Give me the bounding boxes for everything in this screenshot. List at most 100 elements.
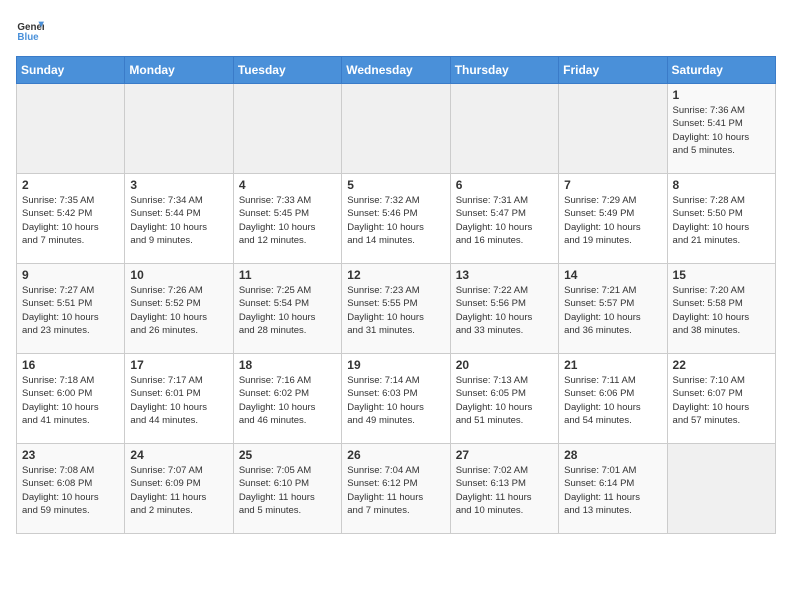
day-info: Sunrise: 7:22 AM Sunset: 5:56 PM Dayligh…	[456, 284, 553, 337]
day-info: Sunrise: 7:10 AM Sunset: 6:07 PM Dayligh…	[673, 374, 770, 427]
day-info: Sunrise: 7:08 AM Sunset: 6:08 PM Dayligh…	[22, 464, 119, 517]
calendar-cell: 17 Sunrise: 7:17 AM Sunset: 6:01 PM Dayli…	[125, 354, 233, 444]
day-number: 11	[239, 268, 336, 282]
day-number: 24	[130, 448, 227, 462]
day-info: Sunrise: 7:16 AM Sunset: 6:02 PM Dayligh…	[239, 374, 336, 427]
day-info: Sunrise: 7:36 AM Sunset: 5:41 PM Dayligh…	[673, 104, 770, 157]
calendar-cell: 27 Sunrise: 7:02 AM Sunset: 6:13 PM Dayli…	[450, 444, 558, 534]
day-number: 25	[239, 448, 336, 462]
day-info: Sunrise: 7:29 AM Sunset: 5:49 PM Dayligh…	[564, 194, 661, 247]
calendar-cell: 14 Sunrise: 7:21 AM Sunset: 5:57 PM Dayli…	[559, 264, 667, 354]
day-number: 16	[22, 358, 119, 372]
day-number: 7	[564, 178, 661, 192]
day-info: Sunrise: 7:14 AM Sunset: 6:03 PM Dayligh…	[347, 374, 444, 427]
day-info: Sunrise: 7:17 AM Sunset: 6:01 PM Dayligh…	[130, 374, 227, 427]
day-info: Sunrise: 7:20 AM Sunset: 5:58 PM Dayligh…	[673, 284, 770, 337]
day-info: Sunrise: 7:13 AM Sunset: 6:05 PM Dayligh…	[456, 374, 553, 427]
calendar-cell: 11 Sunrise: 7:25 AM Sunset: 5:54 PM Dayli…	[233, 264, 341, 354]
calendar-cell: 25 Sunrise: 7:05 AM Sunset: 6:10 PM Dayli…	[233, 444, 341, 534]
day-number: 22	[673, 358, 770, 372]
calendar-cell: 10 Sunrise: 7:26 AM Sunset: 5:52 PM Dayli…	[125, 264, 233, 354]
weekday-header: Wednesday	[342, 57, 450, 84]
day-info: Sunrise: 7:01 AM Sunset: 6:14 PM Dayligh…	[564, 464, 661, 517]
day-number: 5	[347, 178, 444, 192]
day-info: Sunrise: 7:34 AM Sunset: 5:44 PM Dayligh…	[130, 194, 227, 247]
day-number: 3	[130, 178, 227, 192]
day-number: 23	[22, 448, 119, 462]
calendar-cell: 28 Sunrise: 7:01 AM Sunset: 6:14 PM Dayli…	[559, 444, 667, 534]
day-info: Sunrise: 7:05 AM Sunset: 6:10 PM Dayligh…	[239, 464, 336, 517]
calendar-cell	[233, 84, 341, 174]
weekday-header: Sunday	[17, 57, 125, 84]
logo-icon: General Blue	[16, 16, 44, 44]
calendar-cell	[342, 84, 450, 174]
day-number: 13	[456, 268, 553, 282]
day-info: Sunrise: 7:32 AM Sunset: 5:46 PM Dayligh…	[347, 194, 444, 247]
day-number: 17	[130, 358, 227, 372]
page-header: General Blue	[16, 16, 776, 44]
calendar-cell	[17, 84, 125, 174]
day-info: Sunrise: 7:27 AM Sunset: 5:51 PM Dayligh…	[22, 284, 119, 337]
calendar-header: SundayMondayTuesdayWednesdayThursdayFrid…	[17, 57, 776, 84]
day-info: Sunrise: 7:04 AM Sunset: 6:12 PM Dayligh…	[347, 464, 444, 517]
day-number: 15	[673, 268, 770, 282]
day-number: 9	[22, 268, 119, 282]
calendar-cell: 18 Sunrise: 7:16 AM Sunset: 6:02 PM Dayli…	[233, 354, 341, 444]
day-number: 26	[347, 448, 444, 462]
weekday-header: Thursday	[450, 57, 558, 84]
calendar-cell: 2 Sunrise: 7:35 AM Sunset: 5:42 PM Daylig…	[17, 174, 125, 264]
calendar-cell: 7 Sunrise: 7:29 AM Sunset: 5:49 PM Daylig…	[559, 174, 667, 264]
calendar-cell	[125, 84, 233, 174]
calendar-cell: 26 Sunrise: 7:04 AM Sunset: 6:12 PM Dayli…	[342, 444, 450, 534]
svg-text:Blue: Blue	[17, 32, 39, 43]
day-info: Sunrise: 7:07 AM Sunset: 6:09 PM Dayligh…	[130, 464, 227, 517]
day-number: 4	[239, 178, 336, 192]
day-info: Sunrise: 7:11 AM Sunset: 6:06 PM Dayligh…	[564, 374, 661, 427]
weekday-header: Friday	[559, 57, 667, 84]
day-number: 2	[22, 178, 119, 192]
day-info: Sunrise: 7:28 AM Sunset: 5:50 PM Dayligh…	[673, 194, 770, 247]
day-info: Sunrise: 7:21 AM Sunset: 5:57 PM Dayligh…	[564, 284, 661, 337]
calendar-cell: 16 Sunrise: 7:18 AM Sunset: 6:00 PM Dayli…	[17, 354, 125, 444]
calendar-cell: 23 Sunrise: 7:08 AM Sunset: 6:08 PM Dayli…	[17, 444, 125, 534]
calendar-cell: 21 Sunrise: 7:11 AM Sunset: 6:06 PM Dayli…	[559, 354, 667, 444]
calendar-cell: 3 Sunrise: 7:34 AM Sunset: 5:44 PM Daylig…	[125, 174, 233, 264]
day-info: Sunrise: 7:26 AM Sunset: 5:52 PM Dayligh…	[130, 284, 227, 337]
day-number: 12	[347, 268, 444, 282]
day-number: 19	[347, 358, 444, 372]
calendar-cell	[450, 84, 558, 174]
day-number: 27	[456, 448, 553, 462]
weekday-header: Monday	[125, 57, 233, 84]
logo: General Blue	[16, 16, 48, 44]
calendar-cell: 6 Sunrise: 7:31 AM Sunset: 5:47 PM Daylig…	[450, 174, 558, 264]
calendar-cell: 22 Sunrise: 7:10 AM Sunset: 6:07 PM Dayli…	[667, 354, 775, 444]
day-number: 18	[239, 358, 336, 372]
day-number: 20	[456, 358, 553, 372]
weekday-header: Tuesday	[233, 57, 341, 84]
day-info: Sunrise: 7:33 AM Sunset: 5:45 PM Dayligh…	[239, 194, 336, 247]
calendar-cell: 13 Sunrise: 7:22 AM Sunset: 5:56 PM Dayli…	[450, 264, 558, 354]
day-number: 8	[673, 178, 770, 192]
day-info: Sunrise: 7:31 AM Sunset: 5:47 PM Dayligh…	[456, 194, 553, 247]
calendar-cell	[667, 444, 775, 534]
day-info: Sunrise: 7:25 AM Sunset: 5:54 PM Dayligh…	[239, 284, 336, 337]
day-number: 6	[456, 178, 553, 192]
day-number: 28	[564, 448, 661, 462]
calendar-cell: 15 Sunrise: 7:20 AM Sunset: 5:58 PM Dayli…	[667, 264, 775, 354]
weekday-header: Saturday	[667, 57, 775, 84]
calendar-cell: 5 Sunrise: 7:32 AM Sunset: 5:46 PM Daylig…	[342, 174, 450, 264]
day-info: Sunrise: 7:02 AM Sunset: 6:13 PM Dayligh…	[456, 464, 553, 517]
calendar-cell: 19 Sunrise: 7:14 AM Sunset: 6:03 PM Dayli…	[342, 354, 450, 444]
day-info: Sunrise: 7:23 AM Sunset: 5:55 PM Dayligh…	[347, 284, 444, 337]
day-info: Sunrise: 7:35 AM Sunset: 5:42 PM Dayligh…	[22, 194, 119, 247]
calendar-cell: 1Sunrise: 7:36 AM Sunset: 5:41 PM Daylig…	[667, 84, 775, 174]
day-info: Sunrise: 7:18 AM Sunset: 6:00 PM Dayligh…	[22, 374, 119, 427]
day-number: 14	[564, 268, 661, 282]
calendar-cell: 9 Sunrise: 7:27 AM Sunset: 5:51 PM Daylig…	[17, 264, 125, 354]
day-number: 21	[564, 358, 661, 372]
calendar-cell	[559, 84, 667, 174]
calendar-table: SundayMondayTuesdayWednesdayThursdayFrid…	[16, 56, 776, 534]
day-number: 10	[130, 268, 227, 282]
calendar-cell: 4 Sunrise: 7:33 AM Sunset: 5:45 PM Daylig…	[233, 174, 341, 264]
calendar-cell: 12 Sunrise: 7:23 AM Sunset: 5:55 PM Dayli…	[342, 264, 450, 354]
